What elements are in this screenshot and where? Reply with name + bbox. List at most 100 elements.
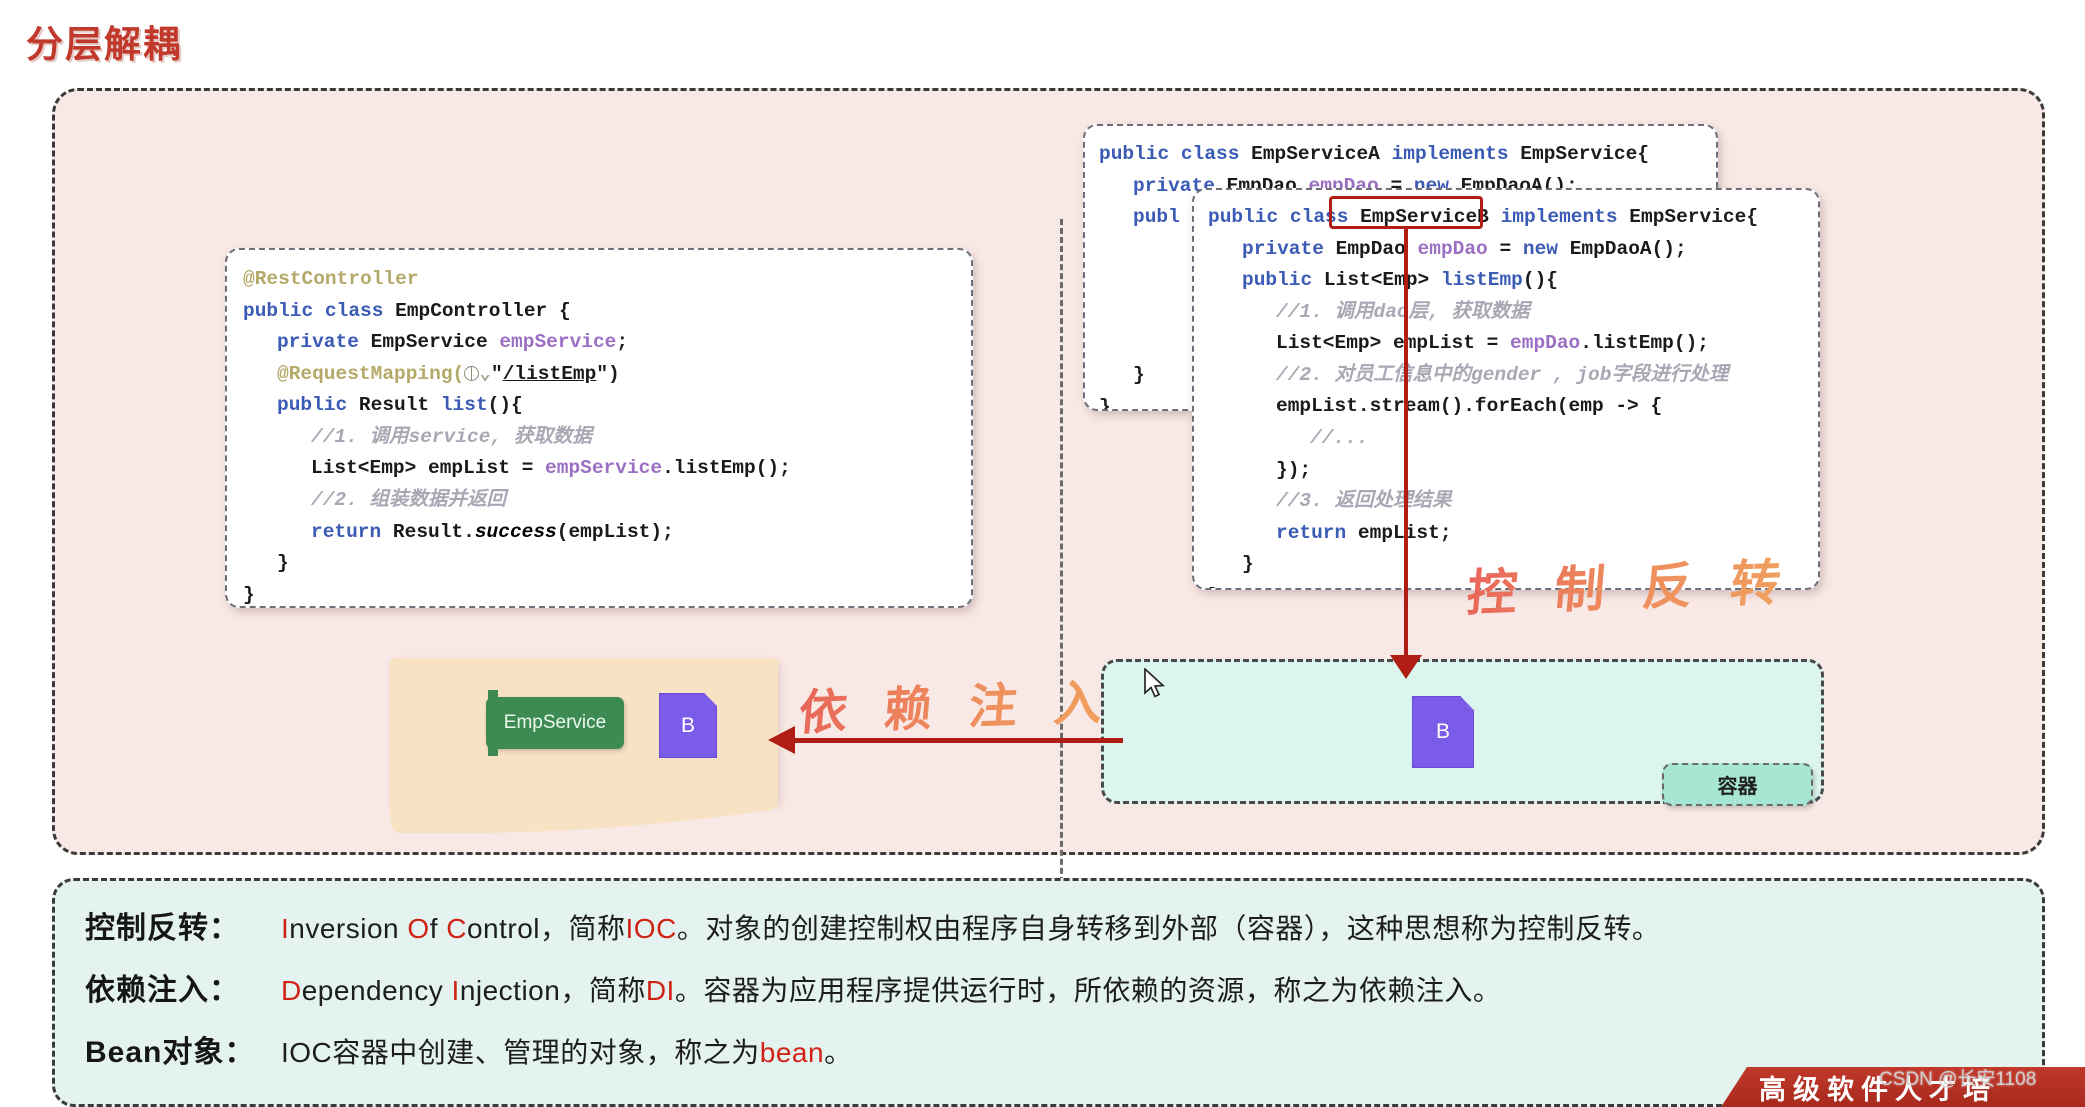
mouse-cursor-icon xyxy=(1144,668,1166,698)
definition-term: Bean对象： xyxy=(85,1036,256,1069)
code-token: public xyxy=(1242,269,1324,292)
code-line: @RequestMapping( ⌄"/listEmp") xyxy=(243,359,971,391)
annotation-dependency-injection: 依 赖 注 入 xyxy=(796,663,1115,744)
code-line: //2. 对员工信息中的gender , job字段进行处理 xyxy=(1208,360,1818,392)
code-line: private EmpDao empDao = new EmpDaoA(); xyxy=(1208,234,1818,266)
definition-text: 。容器为应用程序提供运行时，所依赖的资源，称之为依赖注入。 xyxy=(674,975,1502,1006)
definition-text: f xyxy=(429,913,447,944)
code-token: //1. 调用dao层, 获取数据 xyxy=(1276,300,1530,323)
code-token: EmpService{ xyxy=(1520,143,1650,165)
code-token: Result. xyxy=(392,520,475,543)
code-token: //1. 调用service, 获取数据 xyxy=(311,425,592,448)
code-token: public xyxy=(277,394,359,417)
definition-row: 依赖注入： Dependency Injection，简称DI。容器为应用程序提供… xyxy=(85,965,2042,1009)
definition-text: ependency xyxy=(301,975,452,1006)
code-token: @RequestMapping( xyxy=(277,362,465,385)
definition-body: Dependency Injection，简称DI。容器为应用程序提供运行时，所… xyxy=(281,969,1501,1009)
globe-icon xyxy=(464,365,480,381)
code-line: public class EmpServiceB implements EmpS… xyxy=(1208,202,1818,234)
definition-body: Inversion Of Control，简称IOC。对象的创建控制权由程序自身… xyxy=(281,907,1660,947)
definition-highlight: C xyxy=(446,913,467,944)
chevron-down-icon: ⌄ xyxy=(479,362,491,385)
code-token: (empList); xyxy=(556,520,674,543)
code-token: = xyxy=(1487,237,1523,260)
code-token: success xyxy=(474,520,557,543)
definitions-list: 控制反转： Inversion Of Control，简称IOC。对象的创建控制权… xyxy=(85,903,2042,1071)
code-token: EmpServiceA xyxy=(1251,143,1392,165)
code-token: //... xyxy=(1310,427,1369,450)
code-line: //3. 返回处理结果 xyxy=(1208,486,1818,518)
emp-service-b-highlight-box xyxy=(1329,196,1483,229)
code-line: public Result list(){ xyxy=(243,390,971,422)
definition-text: nversion xyxy=(289,913,408,944)
code-token: List<Emp> empList = xyxy=(311,457,546,480)
code-token: empService xyxy=(499,331,617,354)
code-token: return xyxy=(311,520,393,543)
code-token: empDao xyxy=(1417,237,1488,260)
definition-text: njection，简称 xyxy=(459,975,646,1006)
definition-row: Bean对象： IOC容器中创建、管理的对象，称之为bean。 xyxy=(85,1027,2042,1071)
code-token: EmpController { xyxy=(395,299,571,322)
code-token: publ xyxy=(1133,206,1180,229)
definition-highlight: IOC xyxy=(625,913,677,944)
code-token: } xyxy=(1133,364,1145,387)
code-token: list xyxy=(440,394,488,417)
code-token: List<Emp> xyxy=(1323,269,1441,292)
code-token: return xyxy=(1276,521,1358,544)
code-token: }); xyxy=(1276,458,1312,481)
code-line: }); xyxy=(1208,455,1818,487)
code-token: EmpDaoA(); xyxy=(1569,237,1687,260)
code-line: //2. 组装数据并返回 xyxy=(243,485,971,517)
code-line: } xyxy=(243,548,971,580)
bean-document-left-icon: B xyxy=(659,693,717,758)
ioc-arrow-head-icon xyxy=(1390,655,1422,679)
code-line: public class EmpServiceA implements EmpS… xyxy=(1099,139,1716,171)
definition-body: IOC容器中创建、管理的对象，称之为bean。 xyxy=(281,1031,853,1071)
csdn-watermark: CSDN @长安1108 xyxy=(1879,1069,2037,1090)
code-card-emp-service-b: public class EmpServiceB implements EmpS… xyxy=(1192,188,1820,590)
code-token: (){ xyxy=(487,394,523,417)
definition-row: 控制反转： Inversion Of Control，简称IOC。对象的创建控制权… xyxy=(85,903,2042,947)
code-token: /listEmp xyxy=(502,362,597,385)
code-token: @RestController xyxy=(243,268,419,290)
di-arrow-head-icon xyxy=(768,726,795,754)
definition-highlight: D xyxy=(281,975,302,1006)
code-line: } xyxy=(243,580,971,606)
code-token: " xyxy=(490,362,503,385)
code-line: empList.stream().forEach(emp -> { xyxy=(1208,391,1818,423)
code-body-service-b: public class EmpServiceB implements EmpS… xyxy=(1208,202,1818,588)
definition-highlight: O xyxy=(407,913,430,944)
code-token: (){ xyxy=(1522,269,1558,292)
code-token: public class xyxy=(243,299,396,322)
code-token: EmpService xyxy=(370,331,500,354)
code-token: private xyxy=(277,331,371,354)
annotation-inversion-of-control: 控 制 反 转 xyxy=(1464,542,1794,625)
definition-term: 依赖注入： xyxy=(85,974,240,1007)
code-token: } xyxy=(1208,585,1220,588)
code-line: List<Emp> empList = empService.listEmp()… xyxy=(243,453,971,485)
code-token: } xyxy=(243,583,255,606)
code-token: ; xyxy=(616,331,629,354)
definition-term: 控制反转： xyxy=(85,912,240,945)
code-token: //2. 组装数据并返回 xyxy=(311,489,507,512)
code-line: public class EmpController { xyxy=(243,296,971,328)
code-token: .listEmp(); xyxy=(1580,332,1709,355)
code-token: //2. 对员工信息中的gender , job字段进行处理 xyxy=(1276,363,1729,386)
code-token: empList.stream().forEach(emp -> { xyxy=(1276,395,1663,418)
code-line: //... xyxy=(1208,423,1818,455)
code-body-controller: @RestController public class EmpControlle… xyxy=(243,264,971,606)
definition-text: IOC容器中创建、管理的对象，称之为 xyxy=(281,1037,760,1068)
emp-service-chip: EmpService xyxy=(486,690,624,756)
code-token: .listEmp(); xyxy=(662,457,791,480)
page-title: 分层解耦 xyxy=(26,24,182,65)
code-token: empService xyxy=(545,457,663,480)
code-line: //1. 调用service, 获取数据 xyxy=(243,422,971,454)
code-line: return Result.success(empList); xyxy=(243,517,971,549)
code-token: //3. 返回处理结果 xyxy=(1276,490,1452,513)
code-card-emp-controller: @RestController public class EmpControlle… xyxy=(225,248,973,608)
slide-root: 分层解耦 @RestController public class EmpCont… xyxy=(0,0,2085,1107)
code-token: implements xyxy=(1500,206,1630,228)
code-token: ") xyxy=(596,362,620,385)
code-token: Result xyxy=(358,394,441,417)
code-token: listEmp xyxy=(1440,269,1523,292)
